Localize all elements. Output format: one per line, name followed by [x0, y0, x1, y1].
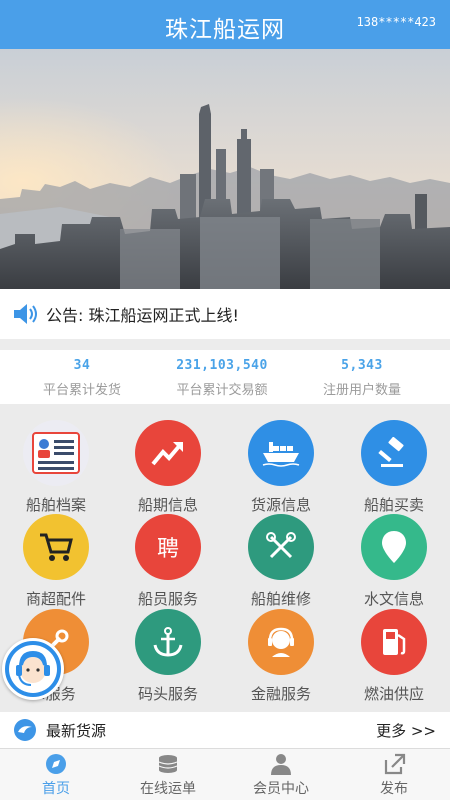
stat-label: 注册用户数量 [322, 383, 401, 398]
customer-service-icon [9, 645, 57, 693]
grid-item-vessel-repair[interactable]: 船舶维修 [225, 514, 337, 609]
grid-item-label: 船期信息 [137, 496, 198, 514]
grid-item-cargo-info[interactable]: 货源信息 [225, 420, 337, 515]
grid-item-label: 货源信息 [250, 496, 311, 514]
grid-item-label: 船员服务 [137, 590, 198, 608]
grid-item-schedule-info[interactable]: 船期信息 [112, 420, 224, 515]
platform-stats: 34 平台累计发货 231,103,540 平台累计交易额 5,343 注册用户… [0, 350, 450, 404]
swirl-logo-icon [12, 718, 38, 746]
user-phone[interactable]: 138*****423 [357, 15, 436, 29]
tab-label: 会员中心 [253, 781, 309, 797]
city-skyline-image [0, 49, 450, 289]
stat-shipments: 34 平台累计发货 [7, 358, 157, 398]
user-icon [225, 751, 337, 777]
latest-cargo-title: 最新货源 [46, 722, 107, 740]
hire-glyph: 聘 [156, 537, 179, 562]
customer-service-button[interactable] [2, 638, 64, 700]
grid-item-label: 商超配件 [25, 590, 86, 608]
feature-grid: 船舶档案 船期信息 货源信息 船舶买卖 商超配件 聘 船员服务 船舶维修 水文信… [0, 404, 450, 712]
speaker-icon [12, 302, 40, 330]
latest-cargo-bar: 最新货源 更多 >> [0, 712, 450, 748]
grid-item-shop-parts[interactable]: 商超配件 [0, 514, 112, 609]
grid-item-crew-service[interactable]: 聘 船员服务 [112, 514, 224, 609]
location-pin-icon [361, 514, 427, 580]
headset-person-icon [248, 609, 314, 675]
grid-item-label: 船舶维修 [250, 590, 311, 608]
tab-member-center[interactable]: 会员中心 [225, 751, 337, 798]
tab-publish[interactable]: 发布 [338, 751, 450, 798]
stat-label: 平台累计发货 [42, 383, 121, 398]
grid-item-hydrology-info[interactable]: 水文信息 [338, 514, 450, 609]
grid-item-label: 船舶档案 [25, 496, 86, 514]
cart-icon [23, 514, 89, 580]
bottom-tab-bar: 首页 在线运单 会员中心 发布 [0, 748, 450, 800]
more-link[interactable]: 更多 >> [376, 720, 436, 741]
grid-item-vessel-trade[interactable]: 船舶买卖 [338, 420, 450, 515]
stat-value: 231,103,540 [176, 358, 268, 373]
tab-online-waybill[interactable]: 在线运单 [112, 751, 224, 798]
compass-icon [0, 751, 112, 777]
grid-item-vessel-archive[interactable]: 船舶档案 [0, 420, 112, 515]
grid-item-label: 金融服务 [250, 685, 311, 703]
grid-item-label: 水文信息 [363, 590, 424, 608]
stat-label: 平台累计交易额 [176, 383, 268, 398]
document-icon [23, 420, 89, 486]
coins-icon [112, 751, 224, 777]
tab-label: 在线运单 [140, 781, 196, 797]
trend-up-icon [135, 420, 201, 486]
anchor-icon [135, 609, 201, 675]
app-header: 珠江船运网 138*****423 [0, 0, 450, 49]
stat-value: 5,343 [341, 358, 383, 373]
grid-item-finance-service[interactable]: 金融服务 [225, 609, 337, 704]
announcement-text: 公告: 珠江船运网正式上线! [46, 306, 239, 325]
grid-item-label: 燃油供应 [363, 685, 424, 703]
banner-image[interactable] [0, 49, 450, 289]
stat-registered-users: 5,343 注册用户数量 [287, 358, 437, 398]
tab-label: 首页 [42, 781, 70, 797]
grid-item-wharf-service[interactable]: 码头服务 [112, 609, 224, 704]
cargo-ship-icon [248, 420, 314, 486]
section-divider [0, 339, 450, 350]
fuel-pump-icon [361, 609, 427, 675]
grid-item-fuel-supply[interactable]: 燃油供应 [338, 609, 450, 704]
hire-icon: 聘 [135, 514, 201, 580]
tab-home[interactable]: 首页 [0, 751, 112, 798]
stat-value: 34 [73, 358, 91, 373]
gavel-icon [361, 420, 427, 486]
grid-item-label: 船舶买卖 [363, 496, 424, 514]
grid-item-label: 码头服务 [137, 685, 198, 703]
tab-label: 发布 [380, 781, 408, 797]
stat-transaction-volume: 231,103,540 平台累计交易额 [147, 358, 297, 398]
share-icon [338, 751, 450, 777]
announcement-bar[interactable]: 公告: 珠江船运网正式上线! [0, 289, 450, 339]
tools-icon [248, 514, 314, 580]
